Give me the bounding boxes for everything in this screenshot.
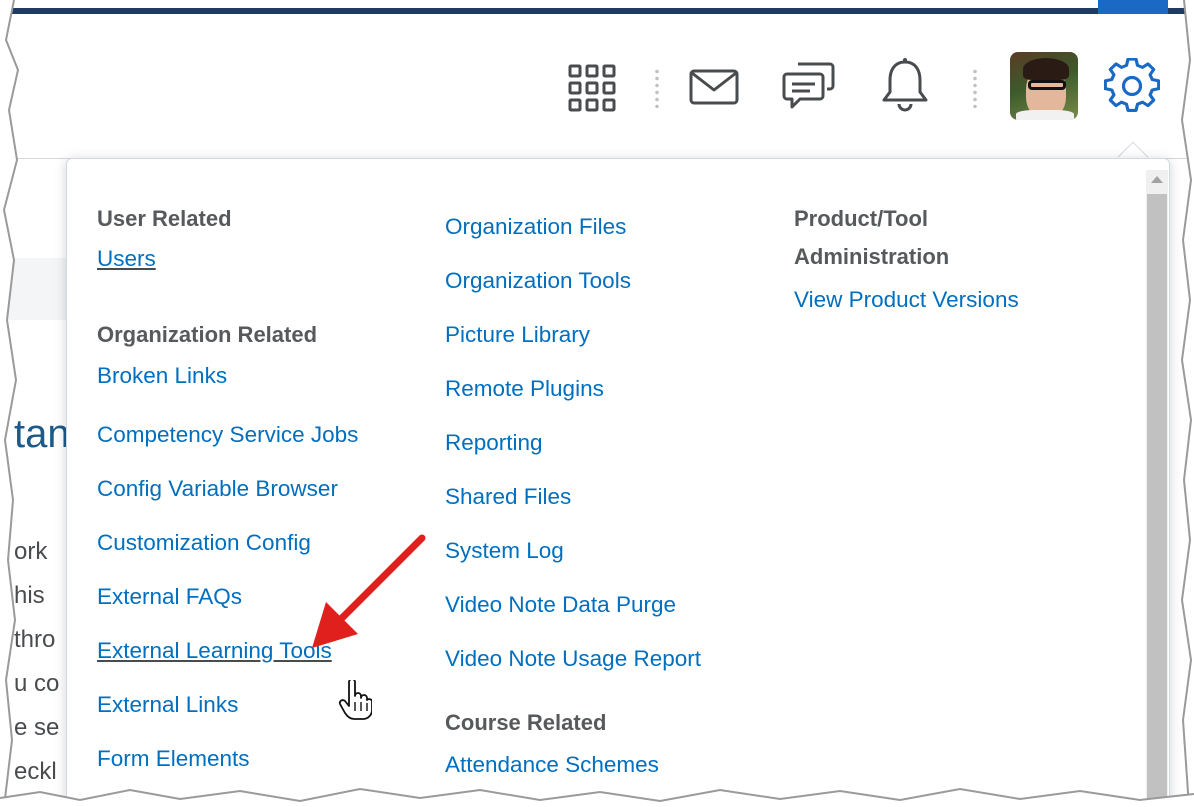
page-subheader-band — [0, 258, 70, 320]
menu-link-picture-library[interactable]: Picture Library — [445, 308, 775, 362]
menu-link-video-note-usage-report[interactable]: Video Note Usage Report — [445, 632, 775, 686]
menu-link-external-links[interactable]: External Links — [97, 678, 427, 732]
scrollbar-thumb[interactable] — [1147, 194, 1167, 807]
chat-bubbles-icon[interactable] — [782, 60, 836, 112]
grid-icon[interactable] — [568, 64, 616, 112]
page-text-fragment: thro — [14, 626, 56, 653]
hand-pointer-cursor-icon — [338, 680, 372, 720]
menu-link-form-elements[interactable]: Form Elements — [97, 732, 427, 786]
page-text-fragment: eckl — [14, 758, 57, 785]
menu-column-2: Organization Files Organization Tools Pi… — [445, 200, 775, 788]
navbar-separator — [973, 68, 977, 108]
menu-link-organization-files[interactable]: Organization Files — [445, 200, 775, 254]
page-text-fragment: ork — [14, 538, 48, 565]
menu-link-organization-tools[interactable]: Organization Tools — [445, 254, 775, 308]
page-text-fragment: his — [14, 582, 45, 609]
menu-link-video-note-data-purge[interactable]: Video Note Data Purge — [445, 578, 775, 632]
bell-icon[interactable] — [878, 56, 932, 114]
menu-link-reporting[interactable]: Reporting — [445, 416, 775, 470]
menu-link-view-product-versions[interactable]: View Product Versions — [794, 276, 1124, 324]
section-heading-administration: Administration — [794, 244, 950, 269]
menu-column-1: User Related Users Organization Related … — [97, 200, 427, 786]
menu-link-competency-service-jobs[interactable]: Competency Service Jobs — [97, 408, 427, 462]
red-annotation-arrow — [312, 534, 426, 648]
top-navigation-stripe — [0, 0, 1194, 14]
menu-column-3: Product/Tool Administration View Product… — [794, 200, 1124, 324]
section-heading-organization-related: Organization Related — [97, 322, 318, 347]
menu-link-shared-files[interactable]: Shared Files — [445, 470, 775, 524]
gear-icon[interactable] — [1104, 58, 1160, 114]
page-title-fragment: tan — [14, 412, 70, 456]
section-heading-user-related: User Related — [97, 206, 232, 231]
section-heading-product-tool: Product/Tool — [794, 206, 929, 231]
page-text-fragment: e se — [14, 714, 60, 741]
menu-link-remote-plugins[interactable]: Remote Plugins — [445, 362, 775, 416]
menu-link-users[interactable]: Users — [97, 238, 427, 280]
avatar[interactable] — [1010, 52, 1078, 120]
page-text-fragment: u co — [14, 670, 60, 697]
menu-link-broken-links[interactable]: Broken Links — [97, 354, 427, 398]
section-heading-course-related: Course Related — [445, 710, 607, 735]
navbar-separator — [655, 68, 659, 108]
menu-link-config-variable-browser[interactable]: Config Variable Browser — [97, 462, 427, 516]
menu-link-attendance-schemes[interactable]: Attendance Schemes — [445, 742, 775, 788]
scroll-up-arrow[interactable] — [1151, 176, 1163, 183]
menu-link-system-log[interactable]: System Log — [445, 524, 775, 578]
envelope-icon[interactable] — [688, 66, 740, 108]
